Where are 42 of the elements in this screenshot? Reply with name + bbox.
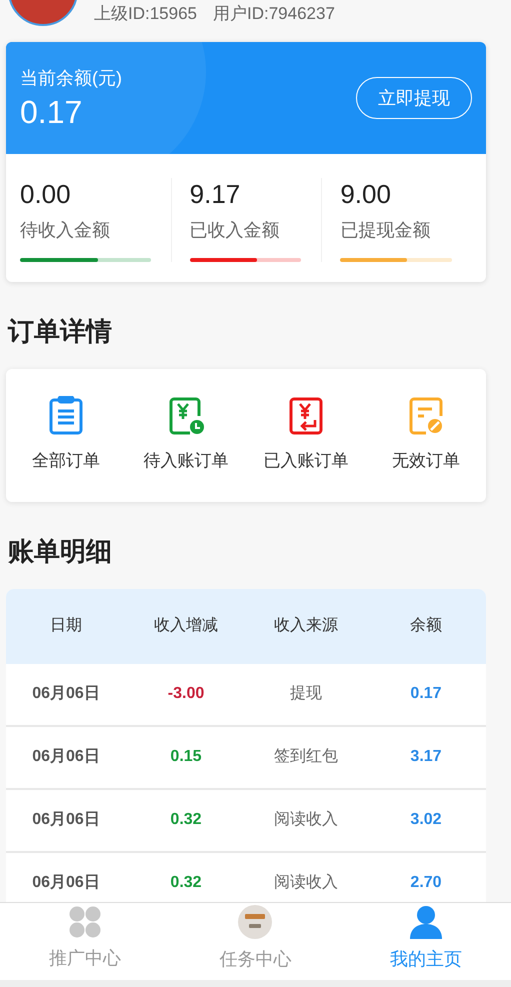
date-cell-text: 06月06日 (31, 684, 101, 704)
yen-return-icon (288, 396, 324, 436)
date-cell-text: 06月06日 (31, 810, 101, 830)
date-cell-text: 06月06日 (31, 747, 101, 767)
balance-cell-text: 3.17 (409, 747, 443, 767)
stat-label: 已提现金额 (340, 218, 432, 242)
source-cell-text: 提现 (289, 684, 323, 704)
stat-value: 9.00 (340, 178, 392, 210)
stat-value: 0.00 (20, 178, 72, 210)
order-category[interactable]: 待入账订单 (126, 396, 246, 474)
balance-amount: 0.17 (20, 92, 84, 132)
source-cell-text: 签到红包 (273, 747, 339, 767)
stat-value: 9.17 (190, 178, 242, 210)
order-category[interactable]: 全部订单 (6, 396, 126, 474)
stat-label: 已收入金额 (190, 218, 281, 242)
document-blocked-icon (408, 396, 444, 436)
change-cell-text: -3.00 (166, 684, 206, 704)
column-header: 收入增减 (153, 616, 219, 636)
balance-cell-text: 2.70 (409, 873, 443, 893)
order-category[interactable]: 已入账订单 (246, 396, 366, 474)
parent-id: 上级ID:15965 (94, 3, 197, 25)
stat-label: 待收入金额 (20, 218, 111, 242)
section-title: 订单详情 (6, 314, 113, 348)
balance-label: 当前余额(元) (20, 66, 122, 90)
yen-clock-icon (168, 396, 204, 436)
section-title: 账单明细 (7, 534, 113, 568)
balance-cell-text: 0.17 (409, 684, 443, 704)
change-cell-text: 0.32 (169, 810, 203, 830)
balance-cell-text: 3.02 (409, 810, 443, 830)
column-header: 收入来源 (273, 616, 339, 636)
user-id: 用户ID:7946237 (213, 3, 335, 25)
clipboard-icon (48, 396, 84, 436)
source-cell-text: 阅读收入 (273, 872, 339, 893)
change-cell-text: 0.15 (169, 747, 203, 767)
change-cell-text: 0.32 (169, 873, 203, 893)
column-header: 余额 (409, 616, 443, 636)
column-header: 日期 (49, 616, 83, 636)
source-cell-text: 阅读收入 (273, 810, 339, 830)
person-icon (408, 904, 444, 940)
order-category[interactable]: 无效订单 (366, 396, 486, 474)
date-cell-text: 06月06日 (31, 873, 101, 893)
four-petal-icon (68, 904, 102, 938)
